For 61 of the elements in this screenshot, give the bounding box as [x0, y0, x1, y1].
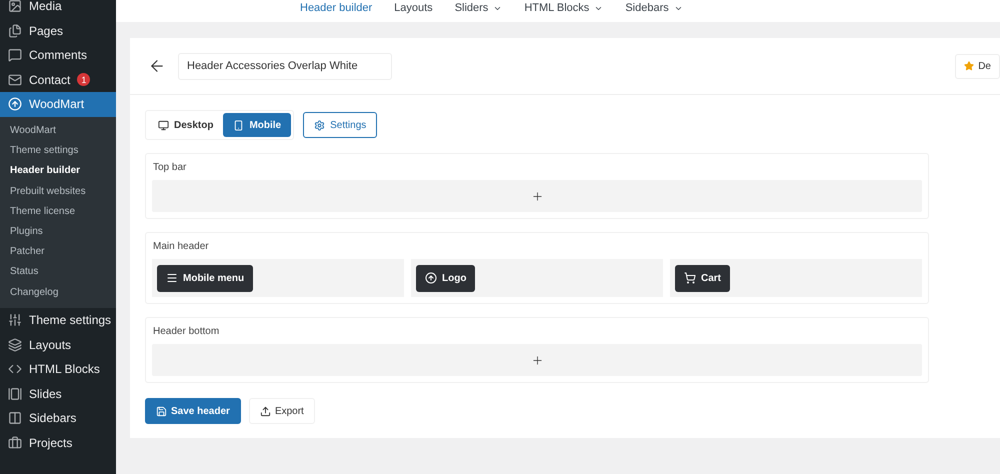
sidebar-item[interactable]: Layouts — [0, 332, 116, 358]
export-button[interactable]: Export — [248, 398, 315, 424]
arrow-circle-icon — [425, 272, 437, 284]
submenu-item[interactable]: Changelog — [0, 282, 116, 302]
sidebar-item[interactable]: Theme settings — [0, 308, 116, 333]
monitor-icon — [158, 120, 169, 130]
sidebar-item[interactable]: Media — [0, 0, 116, 18]
sidebar-item[interactable]: Slides — [0, 382, 116, 406]
phone-icon — [233, 120, 244, 130]
columns-icon — [8, 411, 22, 426]
envelope-icon — [8, 72, 22, 87]
plus-icon — [530, 354, 544, 366]
submenu-item[interactable]: Header builder — [0, 160, 116, 182]
upload-icon — [260, 406, 271, 416]
row-title: Top bar — [152, 162, 188, 173]
sidebar-item[interactable]: Pages — [0, 18, 116, 43]
submenu-item[interactable]: Plugins — [0, 221, 116, 242]
pages-icon — [8, 24, 22, 38]
nav-tab[interactable]: Sliders — [454, 2, 502, 14]
submenu-item[interactable]: Status — [0, 262, 116, 282]
header-element[interactable]: Mobile menu — [157, 264, 254, 292]
speech-bubble-icon — [8, 48, 22, 62]
submenu-item[interactable]: WoodMart — [0, 120, 116, 141]
sidebar-item[interactable]: WoodMart — [0, 92, 116, 116]
sidebar-item[interactable]: Comments — [0, 43, 116, 68]
nav-tab[interactable]: Sidebars — [625, 2, 683, 14]
cart-icon — [684, 272, 696, 284]
save-icon — [156, 406, 167, 416]
save-button[interactable]: Save header — [145, 398, 241, 424]
sidebar-item[interactable]: Projects — [0, 430, 116, 456]
nav-tab[interactable]: Header builder — [300, 2, 372, 14]
nav-tab[interactable]: Layouts — [394, 2, 433, 14]
view-tab[interactable]: Mobile — [223, 113, 292, 137]
header-name-field[interactable]: Header Accessories Overlap White — [178, 52, 392, 80]
row-title: Main header — [152, 241, 210, 252]
arrow-circle-icon — [8, 97, 22, 112]
add-zone[interactable] — [152, 180, 922, 212]
briefcase-icon — [8, 436, 22, 450]
corner-button[interactable]: De — [955, 54, 1000, 78]
submenu-item[interactable]: Theme settings — [0, 140, 116, 161]
image-icon — [8, 0, 22, 14]
submenu-item[interactable]: Theme license — [0, 201, 116, 222]
add-zone[interactable] — [152, 344, 922, 376]
header-element[interactable]: Logo — [416, 264, 476, 292]
count-badge: 1 — [77, 73, 90, 86]
sidebar-item[interactable]: Contact 1 — [0, 68, 116, 92]
sidebar-item[interactable]: Sidebars — [0, 406, 116, 431]
settings-button[interactable]: Settings — [303, 112, 378, 138]
layers-icon — [8, 338, 22, 352]
row-title: Header bottom — [152, 326, 220, 337]
sliders-icon — [8, 313, 22, 328]
nav-tab[interactable]: HTML Blocks — [524, 2, 604, 14]
sidebar-item[interactable]: HTML Blocks — [0, 357, 116, 382]
slides-icon — [8, 386, 22, 401]
settings-icon — [314, 120, 326, 130]
header-element[interactable]: Cart — [675, 264, 730, 292]
submenu-item[interactable]: Prebuilt websites — [0, 181, 116, 202]
submenu-item[interactable]: Patcher — [0, 242, 116, 262]
plus-icon — [530, 190, 544, 202]
star-icon — [964, 61, 974, 71]
menu-icon — [166, 272, 178, 284]
